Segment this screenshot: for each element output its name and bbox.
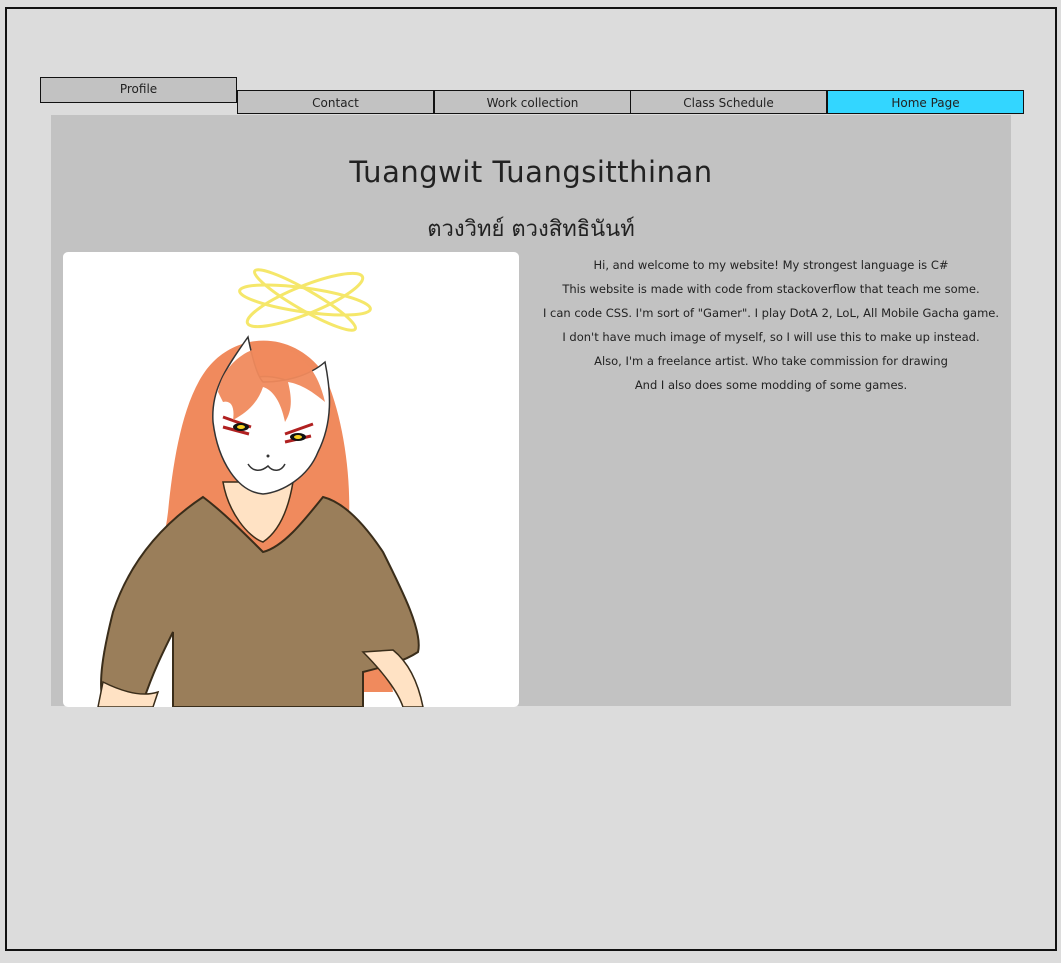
intro-line: Also, I'm a freelance artist. Who take c… bbox=[594, 354, 948, 368]
page-subtitle-thai: ตวงวิทย์ ตวงสิทธินันท์ bbox=[427, 217, 635, 242]
tab-class-schedule[interactable]: Class Schedule bbox=[630, 90, 827, 114]
tab-home-page[interactable]: Home Page bbox=[827, 90, 1024, 114]
tab-work-collection[interactable]: Work collection bbox=[434, 90, 631, 114]
intro-line: I can code CSS. I'm sort of "Gamer". I p… bbox=[542, 306, 1000, 320]
profile-portrait bbox=[63, 252, 519, 707]
tab-contact[interactable]: Contact bbox=[237, 90, 434, 114]
intro-line: I don't have much image of myself, so I … bbox=[562, 330, 980, 344]
intro-line: And I also does some modding of some gam… bbox=[634, 378, 908, 392]
intro-line: This website is made with code from stac… bbox=[562, 282, 980, 296]
page-frame: Profile Contact Work collection Class Sc… bbox=[5, 7, 1057, 951]
intro-text: Hi, and welcome to my website! My strong… bbox=[531, 253, 1011, 397]
avatar-illustration bbox=[97, 268, 424, 707]
page-title: Tuangwit Tuangsitthinan bbox=[349, 155, 713, 189]
intro-line: Hi, and welcome to my website! My strong… bbox=[593, 258, 949, 272]
tab-profile[interactable]: Profile bbox=[40, 77, 237, 103]
profile-panel: Tuangwit Tuangsitthinan ตวงวิทย์ ตวงสิทธ… bbox=[51, 115, 1011, 707]
